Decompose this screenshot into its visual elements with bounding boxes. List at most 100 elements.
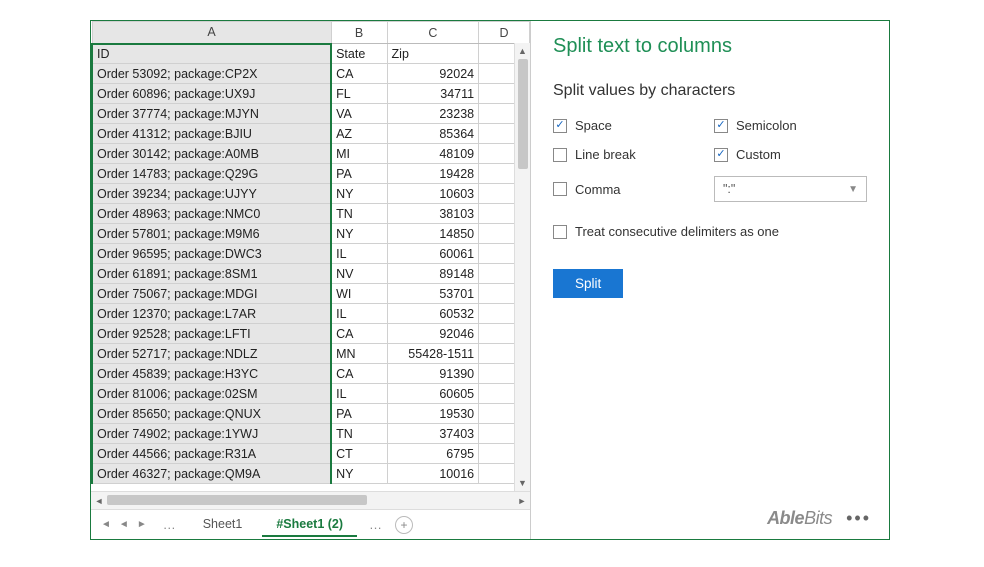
cell-id[interactable]: Order 60896; package:UX9J: [92, 84, 331, 104]
cell-id[interactable]: Order 81006; package:02SM: [92, 384, 331, 404]
cell-zip[interactable]: 89148: [387, 264, 479, 284]
cell-id[interactable]: Order 48963; package:NMC0: [92, 204, 331, 224]
scroll-right-icon[interactable]: ►: [514, 492, 530, 509]
cell-zip[interactable]: 48109: [387, 144, 479, 164]
cell-state[interactable]: TN: [331, 424, 387, 444]
custom-delimiter-dropdown[interactable]: ":" ▼: [714, 176, 867, 202]
tab-nav-first-icon[interactable]: ◄: [101, 519, 111, 530]
cell-zip[interactable]: 34711: [387, 84, 479, 104]
cell-state[interactable]: NY: [331, 224, 387, 244]
col-header-B[interactable]: B: [331, 22, 387, 44]
cell-zip[interactable]: 19530: [387, 404, 479, 424]
cell-state[interactable]: IL: [331, 244, 387, 264]
cell-id[interactable]: Order 30142; package:A0MB: [92, 144, 331, 164]
cell-zip[interactable]: 92046: [387, 324, 479, 344]
col-header-C[interactable]: C: [387, 22, 479, 44]
cell-zip[interactable]: 14850: [387, 224, 479, 244]
cell-state[interactable]: CA: [331, 364, 387, 384]
scroll-left-icon[interactable]: ◄: [91, 492, 107, 509]
cell-zip[interactable]: 19428: [387, 164, 479, 184]
cell-zip[interactable]: 23238: [387, 104, 479, 124]
cell-id[interactable]: Order 46327; package:QM9A: [92, 464, 331, 484]
header-cell-zip[interactable]: Zip: [387, 44, 479, 64]
cell-id[interactable]: Order 85650; package:QNUX: [92, 404, 331, 424]
cell-state[interactable]: CA: [331, 64, 387, 84]
cell-id[interactable]: Order 74902; package:1YWJ: [92, 424, 331, 444]
cell-id[interactable]: Order 37774; package:MJYN: [92, 104, 331, 124]
cell-zip[interactable]: 53701: [387, 284, 479, 304]
cell-zip[interactable]: 91390: [387, 364, 479, 384]
cell-zip[interactable]: 60532: [387, 304, 479, 324]
cell-state[interactable]: MN: [331, 344, 387, 364]
header-cell-state[interactable]: State: [331, 44, 387, 64]
tab-sheet1[interactable]: Sheet1: [189, 513, 257, 537]
checkbox-custom[interactable]: Custom: [714, 147, 867, 162]
cell-zip[interactable]: 55428-1511: [387, 344, 479, 364]
hscroll-thumb[interactable]: [107, 495, 367, 505]
column-letter-row: A B C D: [92, 22, 530, 44]
cell-state[interactable]: MI: [331, 144, 387, 164]
tab-overflow-left[interactable]: …: [157, 517, 183, 532]
tab-sheet1-copy[interactable]: #Sheet1 (2): [262, 513, 357, 537]
panel-title: Split text to columns: [553, 35, 867, 58]
cell-id[interactable]: Order 57801; package:M9M6: [92, 224, 331, 244]
split-button[interactable]: Split: [553, 269, 623, 298]
cell-id[interactable]: Order 75067; package:MDGI: [92, 284, 331, 304]
cell-state[interactable]: IL: [331, 304, 387, 324]
cell-state[interactable]: AZ: [331, 124, 387, 144]
cell-zip[interactable]: 37403: [387, 424, 479, 444]
vscroll-thumb[interactable]: [518, 59, 528, 169]
checkbox-semicolon[interactable]: Semicolon: [714, 118, 867, 133]
cell-zip[interactable]: 10603: [387, 184, 479, 204]
cell-id[interactable]: Order 14783; package:Q29G: [92, 164, 331, 184]
cell-id[interactable]: Order 12370; package:L7AR: [92, 304, 331, 324]
more-options-icon[interactable]: •••: [846, 508, 871, 529]
tab-overflow-right[interactable]: …: [363, 517, 389, 532]
cell-id[interactable]: Order 96595; package:DWC3: [92, 244, 331, 264]
cell-id[interactable]: Order 41312; package:BJIU: [92, 124, 331, 144]
cell-id[interactable]: Order 45839; package:H3YC: [92, 364, 331, 384]
cell-zip[interactable]: 10016: [387, 464, 479, 484]
cell-id[interactable]: Order 52717; package:NDLZ: [92, 344, 331, 364]
checkbox-linebreak[interactable]: Line break: [553, 147, 706, 162]
col-header-A[interactable]: A: [92, 22, 331, 44]
cell-state[interactable]: PA: [331, 404, 387, 424]
cell-state[interactable]: CT: [331, 444, 387, 464]
cell-zip[interactable]: 85364: [387, 124, 479, 144]
cell-state[interactable]: TN: [331, 204, 387, 224]
cell-zip[interactable]: 60605: [387, 384, 479, 404]
cell-id[interactable]: Order 92528; package:LFTI: [92, 324, 331, 344]
tab-nav-next-icon[interactable]: ►: [137, 519, 147, 530]
checkbox-treat-consecutive[interactable]: Treat consecutive delimiters as one: [553, 224, 867, 239]
vertical-scrollbar[interactable]: ▲ ▼: [514, 43, 530, 491]
scroll-up-icon[interactable]: ▲: [515, 43, 530, 59]
sheet-tabs: ◄ ◄ ► … Sheet1 #Sheet1 (2) … +: [91, 509, 530, 539]
cell-state[interactable]: PA: [331, 164, 387, 184]
header-cell-id[interactable]: ID: [92, 44, 331, 64]
cell-state[interactable]: FL: [331, 84, 387, 104]
cell-id[interactable]: Order 53092; package:CP2X: [92, 64, 331, 84]
cell-state[interactable]: NV: [331, 264, 387, 284]
horizontal-scrollbar[interactable]: ◄ ►: [91, 491, 530, 509]
cell-state[interactable]: WI: [331, 284, 387, 304]
cell-zip[interactable]: 92024: [387, 64, 479, 84]
cell-zip[interactable]: 38103: [387, 204, 479, 224]
cell-state[interactable]: NY: [331, 184, 387, 204]
cell-state[interactable]: CA: [331, 324, 387, 344]
cell-id[interactable]: Order 61891; package:8SM1: [92, 264, 331, 284]
checkbox-comma[interactable]: Comma: [553, 176, 706, 202]
checkbox-label: Semicolon: [736, 118, 797, 133]
add-sheet-button[interactable]: +: [395, 516, 413, 534]
cell-state[interactable]: IL: [331, 384, 387, 404]
scroll-down-icon[interactable]: ▼: [515, 475, 530, 491]
cell-state[interactable]: VA: [331, 104, 387, 124]
tab-nav-prev-icon[interactable]: ◄: [119, 519, 129, 530]
cell-zip[interactable]: 60061: [387, 244, 479, 264]
cell-id[interactable]: Order 39234; package:UJYY: [92, 184, 331, 204]
checkbox-space[interactable]: Space: [553, 118, 706, 133]
cell-zip[interactable]: 6795: [387, 444, 479, 464]
cell-state[interactable]: NY: [331, 464, 387, 484]
col-header-D[interactable]: D: [479, 22, 530, 44]
cell-id[interactable]: Order 44566; package:R31A: [92, 444, 331, 464]
grid-scroll-area[interactable]: A B C D IDStateZip Order 53092; package:C…: [91, 21, 530, 491]
